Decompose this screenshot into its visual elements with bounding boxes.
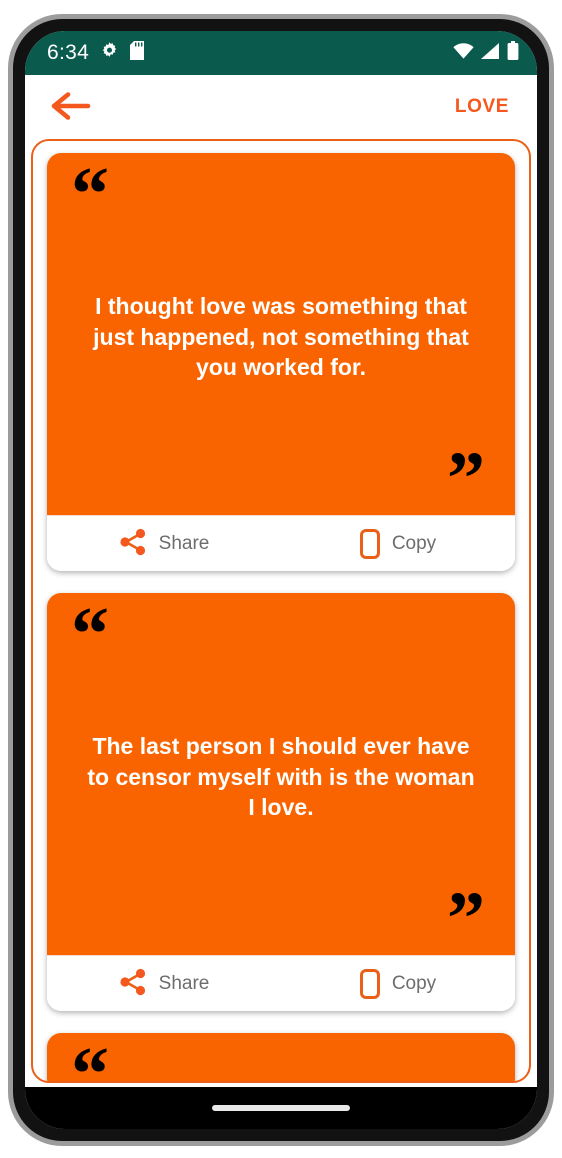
battery-icon: [507, 41, 519, 65]
sd-card-icon: [130, 41, 145, 65]
quote-open-mark: “: [71, 1033, 109, 1081]
settings-gear-icon: [100, 41, 119, 65]
share-label: Share: [158, 532, 210, 554]
share-button[interactable]: Share: [47, 956, 281, 1011]
app-bar: LOVE: [25, 75, 537, 139]
navigation-bar: [25, 1087, 537, 1129]
copy-label: Copy: [391, 972, 437, 994]
quote-card[interactable]: “ The last person I should ever have to …: [47, 593, 515, 1011]
status-bar-right: [453, 41, 519, 65]
share-label: Share: [158, 972, 210, 994]
status-bar-left: 6:34: [47, 41, 145, 65]
share-icon: [119, 968, 147, 999]
quote-close-mark: ”: [447, 437, 485, 522]
status-bar: 6:34: [25, 31, 537, 75]
share-button[interactable]: Share: [47, 516, 281, 571]
copy-button[interactable]: Copy: [281, 516, 515, 571]
screen: 6:34 LOVE “ I thought love was something…: [25, 31, 537, 1129]
quote-list[interactable]: “ I thought love was something that just…: [33, 141, 529, 1081]
quote-text: The last person I should ever have to ce…: [87, 733, 475, 821]
quote-card-actions: Share Copy: [47, 515, 515, 571]
back-button[interactable]: [51, 87, 95, 127]
quote-text: I thought love was something that just h…: [93, 293, 469, 381]
page-title: LOVE: [454, 96, 509, 117]
quote-open-mark: “: [71, 153, 109, 236]
quote-card[interactable]: “: [47, 1033, 515, 1081]
copy-icon: [359, 528, 380, 559]
wifi-icon: [453, 42, 474, 64]
quote-card-body: “: [47, 1033, 515, 1081]
share-icon: [119, 528, 147, 559]
quote-card-body: “ I thought love was something that just…: [47, 153, 515, 522]
quote-card-body: “ The last person I should ever have to …: [47, 593, 515, 962]
quote-card[interactable]: “ I thought love was something that just…: [47, 153, 515, 571]
home-gesture-pill[interactable]: [212, 1105, 350, 1111]
quote-list-frame: “ I thought love was something that just…: [31, 139, 531, 1083]
cellular-signal-icon: [481, 42, 500, 64]
quote-card-actions: Share Copy: [47, 955, 515, 1011]
phone-frame: 6:34 LOVE “ I thought love was something…: [8, 14, 554, 1146]
back-arrow-icon: [51, 91, 91, 124]
quote-close-mark: ”: [447, 877, 485, 962]
copy-icon: [359, 968, 380, 999]
copy-button[interactable]: Copy: [281, 956, 515, 1011]
phone-bezel: 6:34 LOVE “ I thought love was something…: [13, 19, 549, 1141]
quote-open-mark: “: [71, 593, 109, 676]
status-time: 6:34: [47, 41, 90, 64]
copy-label: Copy: [391, 532, 437, 554]
